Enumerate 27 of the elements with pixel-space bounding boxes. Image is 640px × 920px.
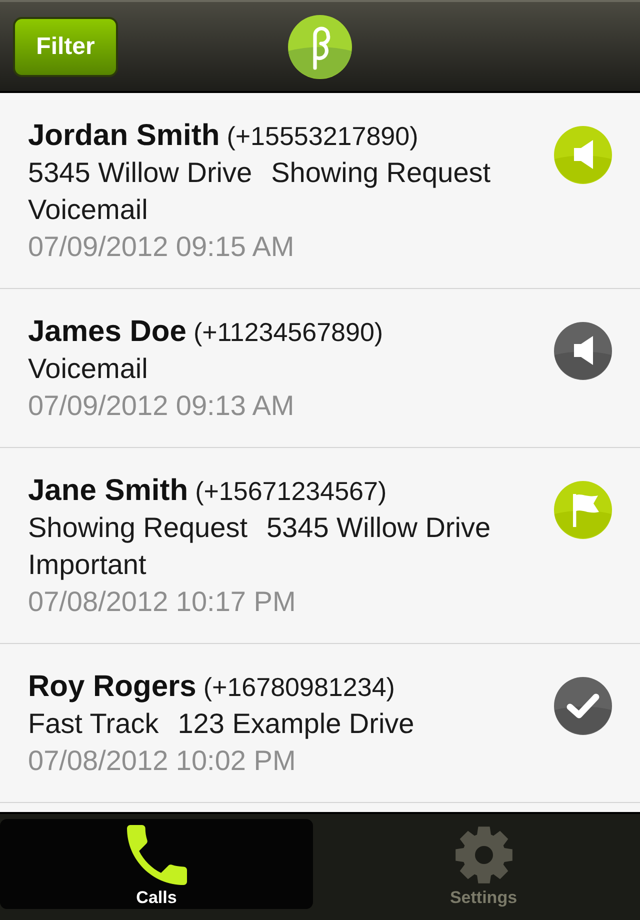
caller-name: Roy Rogers	[28, 669, 196, 705]
call-tag: Voicemail	[28, 350, 148, 387]
call-tag: 5345 Willow Drive	[28, 154, 252, 191]
gear-icon	[454, 825, 514, 885]
call-timestamp: 07/09/2012 09:15 AM	[28, 230, 296, 264]
call-tag: 123 Example Drive	[178, 705, 414, 742]
call-timestamp: 07/09/2012 09:13 AM	[28, 389, 296, 423]
phone-icon	[126, 825, 186, 885]
caller-name: Jordan Smith	[28, 118, 220, 154]
call-timestamp: 07/08/2012 10:17 PM	[28, 585, 297, 619]
caller-name: Jane Smith	[28, 473, 188, 509]
phone-number: (+15671234567)	[195, 475, 387, 508]
filter-button[interactable]: Filter	[13, 16, 118, 76]
call-tag: Voicemail	[28, 191, 148, 228]
caller-name: James Doe	[28, 314, 186, 350]
phone-number: (+11234567890)	[193, 316, 384, 349]
logo-icon	[288, 14, 352, 78]
phone-number: (+16780981234)	[203, 671, 395, 704]
phone-number: (+15553217890)	[226, 120, 418, 153]
tab[interactable]: Calls	[0, 819, 313, 909]
call-tag: Showing Request	[271, 154, 491, 191]
call-timestamp: 07/08/2012 10:02 PM	[28, 744, 297, 778]
call-tag: Important	[28, 546, 146, 583]
call-tag: Showing Request	[28, 509, 248, 546]
call-tag: 5345 Willow Drive	[266, 509, 491, 546]
tab[interactable]: Settings	[327, 819, 640, 909]
call-tag: Fast Track	[28, 705, 159, 742]
